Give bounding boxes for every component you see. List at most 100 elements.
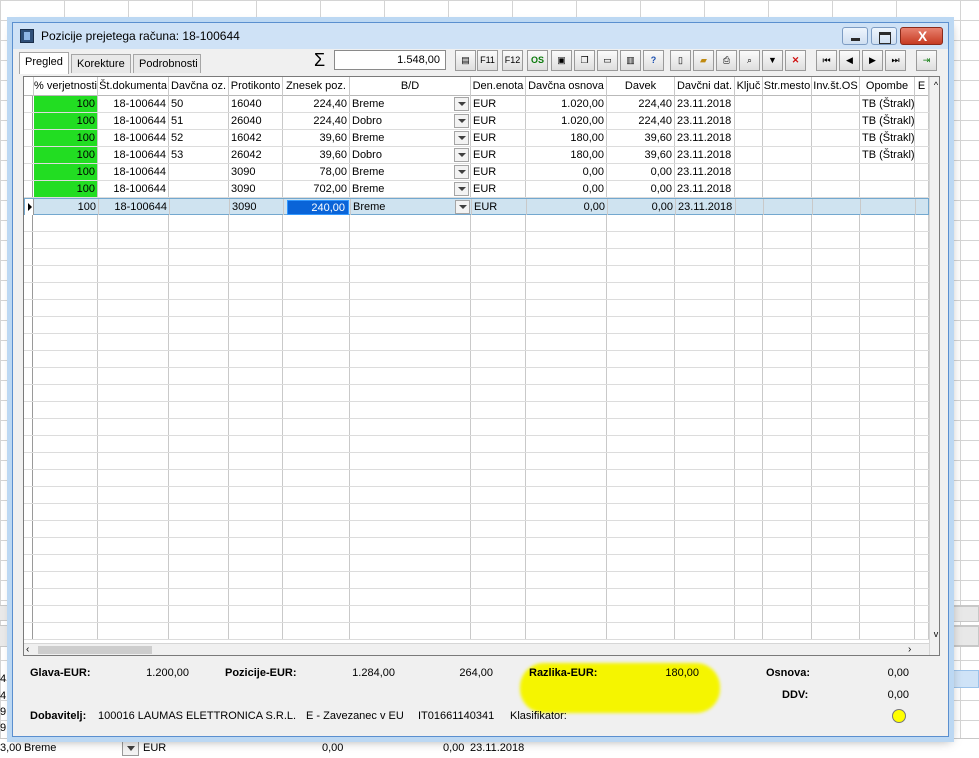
grid-cell[interactable] bbox=[812, 351, 860, 367]
grid-cell[interactable] bbox=[915, 351, 929, 367]
grid-cell[interactable] bbox=[471, 249, 526, 265]
grid-cell[interactable] bbox=[860, 589, 915, 605]
grid-cell[interactable] bbox=[763, 130, 812, 146]
grid-cell[interactable] bbox=[860, 521, 915, 537]
grid-cell[interactable] bbox=[169, 521, 229, 537]
row-indicator[interactable] bbox=[24, 96, 33, 112]
grid-cell[interactable] bbox=[607, 487, 675, 503]
grid-cell[interactable] bbox=[526, 504, 607, 520]
grid-cell[interactable] bbox=[169, 589, 229, 605]
grid-cell[interactable] bbox=[812, 147, 860, 163]
grid-cell[interactable] bbox=[471, 419, 526, 435]
grid-cell[interactable] bbox=[169, 181, 229, 197]
grid-cell[interactable] bbox=[675, 572, 735, 588]
table-row[interactable]: 100 18-100644 51 26040 224,40 Dobro EUR 1.020,0… bbox=[24, 113, 929, 130]
grid-cell[interactable] bbox=[860, 572, 915, 588]
column-header[interactable]: Ključ bbox=[735, 77, 763, 96]
horizontal-scroll-thumb[interactable] bbox=[38, 646, 152, 654]
row-indicator[interactable] bbox=[24, 164, 33, 180]
grid-cell[interactable] bbox=[812, 538, 860, 554]
grid-cell[interactable] bbox=[812, 368, 860, 384]
grid-cell[interactable] bbox=[526, 470, 607, 486]
grid-cell[interactable] bbox=[763, 453, 812, 469]
grid-cell[interactable]: 23.11.2018 bbox=[676, 199, 736, 215]
column-header[interactable]: B/D bbox=[350, 77, 471, 96]
grid-cell[interactable] bbox=[169, 334, 229, 350]
grid-cell[interactable] bbox=[169, 385, 229, 401]
grid-cell[interactable] bbox=[169, 300, 229, 316]
empty-table-row[interactable] bbox=[24, 521, 929, 538]
grid-cell[interactable] bbox=[735, 300, 763, 316]
empty-table-row[interactable] bbox=[24, 249, 929, 266]
grid-cell[interactable] bbox=[229, 589, 283, 605]
row-indicator[interactable] bbox=[24, 300, 33, 316]
grid-cell[interactable] bbox=[675, 521, 735, 537]
grid-cell[interactable] bbox=[675, 368, 735, 384]
row-indicator[interactable] bbox=[24, 504, 33, 520]
grid-cell[interactable]: 53 bbox=[169, 147, 229, 163]
grid-cell[interactable] bbox=[607, 402, 675, 418]
grid-cell[interactable] bbox=[860, 249, 915, 265]
bd-dropdown-button[interactable] bbox=[454, 114, 469, 128]
grid-cell[interactable] bbox=[283, 487, 350, 503]
grid-cell[interactable] bbox=[607, 215, 675, 231]
prev-record-icon[interactable]: ◀ bbox=[839, 50, 860, 71]
grid-cell[interactable] bbox=[471, 504, 526, 520]
grid-cell[interactable] bbox=[471, 538, 526, 554]
grid-cell[interactable] bbox=[471, 487, 526, 503]
scroll-up-icon[interactable]: ^ bbox=[931, 80, 939, 92]
help-icon[interactable]: ? bbox=[643, 50, 664, 71]
empty-table-row[interactable] bbox=[24, 436, 929, 453]
row-indicator[interactable] bbox=[24, 385, 33, 401]
grid-cell[interactable] bbox=[915, 113, 929, 129]
grid-cell[interactable]: 50 bbox=[169, 96, 229, 112]
grid-cell[interactable] bbox=[763, 317, 812, 333]
column-header[interactable]: Opombe bbox=[860, 77, 915, 96]
grid-cell[interactable] bbox=[812, 249, 860, 265]
grid-cell[interactable] bbox=[229, 623, 283, 639]
grid-cell[interactable] bbox=[915, 334, 929, 350]
grid-cell[interactable] bbox=[607, 521, 675, 537]
grid-cell[interactable] bbox=[98, 521, 169, 537]
grid-cell[interactable] bbox=[283, 538, 350, 554]
grid-cell[interactable] bbox=[735, 453, 763, 469]
grid-cell[interactable] bbox=[98, 266, 169, 282]
grid-cell[interactable] bbox=[675, 453, 735, 469]
grid-cell[interactable] bbox=[915, 572, 929, 588]
grid-cell[interactable] bbox=[526, 249, 607, 265]
empty-table-row[interactable] bbox=[24, 368, 929, 385]
table-row[interactable]: 100 18-100644 3090 78,00 Breme EUR 0,00 0,00 23.… bbox=[24, 164, 929, 181]
grid-cell[interactable]: EUR bbox=[471, 147, 526, 163]
grid-cell[interactable] bbox=[229, 283, 283, 299]
grid-cell[interactable] bbox=[860, 368, 915, 384]
grid-cell[interactable] bbox=[471, 215, 526, 231]
grid-cell[interactable] bbox=[860, 334, 915, 350]
row-indicator[interactable] bbox=[24, 521, 33, 537]
grid-cell[interactable] bbox=[350, 368, 471, 384]
grid-cell[interactable]: 224,40 bbox=[283, 96, 350, 112]
grid-cell[interactable] bbox=[34, 453, 98, 469]
grid-cell[interactable] bbox=[283, 385, 350, 401]
grid-cell[interactable]: 39,60 bbox=[283, 130, 350, 146]
grid-cell[interactable] bbox=[350, 555, 471, 571]
grid-cell[interactable] bbox=[34, 572, 98, 588]
grid-cell[interactable] bbox=[915, 283, 929, 299]
empty-table-row[interactable] bbox=[24, 555, 929, 572]
grid-cell[interactable] bbox=[34, 521, 98, 537]
grid-cell[interactable]: 18-100644 bbox=[98, 181, 169, 197]
grid-cell[interactable] bbox=[763, 487, 812, 503]
grid-cell[interactable]: Breme bbox=[350, 181, 471, 197]
grid-cell[interactable] bbox=[34, 317, 98, 333]
grid-cell[interactable]: 3090 bbox=[230, 199, 284, 215]
row-indicator[interactable] bbox=[24, 130, 33, 146]
grid-cell[interactable] bbox=[915, 317, 929, 333]
empty-table-row[interactable] bbox=[24, 232, 929, 249]
grid-cell[interactable] bbox=[98, 538, 169, 554]
row-indicator[interactable] bbox=[24, 572, 33, 588]
grid-cell[interactable] bbox=[607, 385, 675, 401]
grid-cell[interactable] bbox=[675, 538, 735, 554]
grid-cell[interactable] bbox=[34, 419, 98, 435]
grid-cell[interactable] bbox=[34, 232, 98, 248]
grid-cell[interactable] bbox=[860, 538, 915, 554]
grid-cell[interactable] bbox=[735, 521, 763, 537]
